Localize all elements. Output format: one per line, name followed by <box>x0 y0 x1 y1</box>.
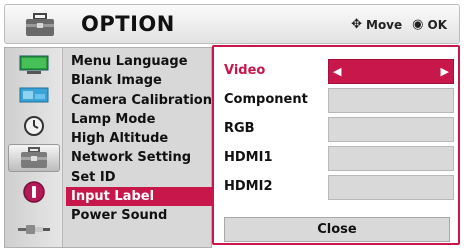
menu-header: OPTION ✥ Move ◉ OK <box>4 4 460 44</box>
input-label-hdmi2: HDMI2 <box>224 179 273 194</box>
input-label-rgb-field[interactable] <box>328 117 454 142</box>
close-button[interactable]: Close <box>224 217 450 242</box>
input-row-component[interactable]: Component <box>224 88 454 114</box>
option-menu-list: Menu Language Blank Image Camera Calibra… <box>66 52 216 226</box>
input-row-rgb[interactable]: RGB <box>224 117 454 143</box>
input-label-popup: Video ◀ ▶ Component RGB HDMI1 HDMI2 Clos… <box>212 45 460 245</box>
input-label-hdmi1: HDMI1 <box>224 150 273 165</box>
input-label-hdmi2-field[interactable] <box>328 175 454 200</box>
menu-item-power-sound[interactable]: Power Sound <box>69 206 211 225</box>
move-arrows-icon: ✥ <box>351 17 362 32</box>
menu-item-menu-language[interactable]: Menu Language <box>69 52 211 71</box>
menu-item-network-setting[interactable]: Network Setting <box>69 148 211 167</box>
input-row-video[interactable]: Video ◀ ▶ <box>224 59 454 85</box>
input-label-rgb: RGB <box>224 121 255 136</box>
input-label-video: Video <box>224 63 266 78</box>
timer-icon[interactable] <box>17 115 51 137</box>
picture-icon[interactable] <box>17 54 51 76</box>
menu-item-lamp-mode[interactable]: Lamp Mode <box>69 110 211 129</box>
toolbox-icon <box>25 13 55 37</box>
ok-hint-label: OK <box>427 17 448 32</box>
left-arrow-icon[interactable]: ◀ <box>333 65 341 78</box>
key-hints: ✥ Move ◉ OK <box>351 17 447 32</box>
info-icon[interactable] <box>17 181 51 203</box>
menu-item-set-id[interactable]: Set ID <box>69 168 211 187</box>
input-cable-icon[interactable] <box>17 218 51 240</box>
ok-button-icon: ◉ <box>412 17 424 32</box>
option-menu-screen: OPTION ✥ Move ◉ OK Menu Language Blank I… <box>0 0 464 252</box>
menu-item-high-altitude[interactable]: High Altitude <box>69 129 211 148</box>
page-title: OPTION <box>81 12 175 36</box>
menu-panel: Menu Language Blank Image Camera Calibra… <box>4 47 216 248</box>
move-hint-label: Move <box>366 17 403 32</box>
input-label-component-field[interactable] <box>328 88 454 113</box>
input-row-hdmi1[interactable]: HDMI1 <box>224 146 454 172</box>
toolbox-icon[interactable] <box>8 144 60 172</box>
screen-icon[interactable] <box>17 85 51 107</box>
input-label-hdmi1-field[interactable] <box>328 146 454 171</box>
input-label-component: Component <box>224 92 308 107</box>
menu-item-camera-calibration[interactable]: Camera Calibration <box>69 91 212 110</box>
category-icon-column <box>5 48 63 247</box>
right-arrow-icon[interactable]: ▶ <box>441 65 449 78</box>
menu-item-blank-image[interactable]: Blank Image <box>69 71 211 90</box>
input-row-hdmi2[interactable]: HDMI2 <box>224 175 454 201</box>
menu-item-input-label[interactable]: Input Label <box>66 187 216 207</box>
input-label-video-selector[interactable]: ◀ ▶ <box>328 59 454 84</box>
